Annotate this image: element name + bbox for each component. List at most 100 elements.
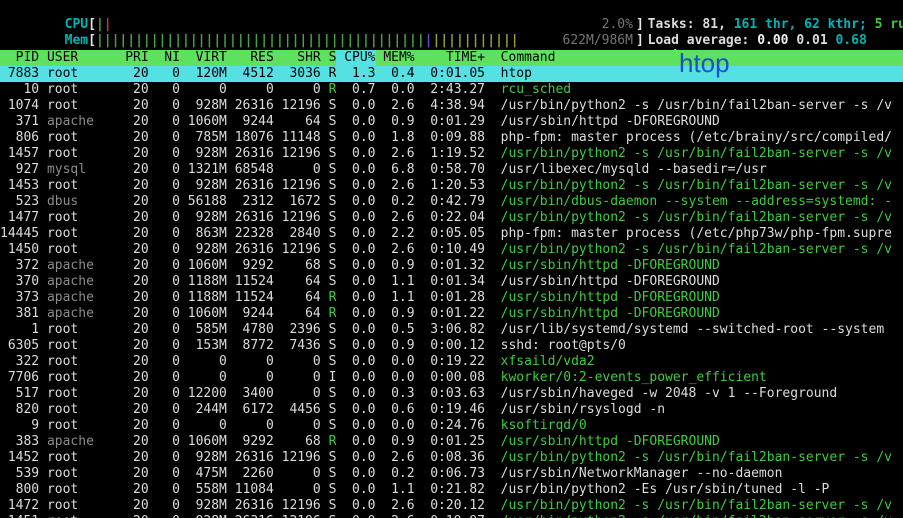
column-header-cpu-sorted[interactable]: CPU%: [336, 50, 375, 66]
cell-cpu: 0.0: [344, 162, 375, 178]
column-header-res[interactable]: RES: [235, 50, 274, 66]
header-area: CPU[||2.0%] Mem[||||||||||||||||||||||||…: [0, 0, 903, 50]
column-header-time[interactable]: TIME+: [422, 50, 485, 66]
cell-ni: 0: [156, 178, 179, 194]
cell-cmd: /usr/bin/python2 -s /usr/bin/fail2ban-se…: [501, 498, 903, 514]
cell-ni: 0: [156, 514, 179, 518]
process-row[interactable]: 927mysql2001321M685480S0.06.80:58.70/usr…: [0, 162, 903, 178]
cell-cpu: 1.3: [344, 66, 375, 82]
cell-pri: 20: [125, 514, 148, 518]
process-row[interactable]: 7706root200000I0.00.00:00.08kworker/0:2-…: [0, 370, 903, 386]
cell-res: 0: [235, 354, 274, 370]
cell-cpu: 0.0: [344, 274, 375, 290]
cell-ni: 0: [156, 466, 179, 482]
cell-pid: 800: [0, 482, 39, 498]
cell-user: root: [47, 82, 117, 98]
cell-virt: 928M: [188, 514, 227, 518]
cell-pid: 1457: [0, 146, 39, 162]
column-header-user[interactable]: USER: [47, 50, 117, 66]
cell-cmd: /usr/bin/dbus-daemon --system --address=…: [501, 194, 903, 210]
column-header-pid[interactable]: PID: [0, 50, 39, 66]
cell-pid: 517: [0, 386, 39, 402]
process-row[interactable]: 1457root200928M2631612196S0.02.61:19.52/…: [0, 146, 903, 162]
cell-cpu: 0.0: [344, 354, 375, 370]
column-header-virt[interactable]: VIRT: [188, 50, 227, 66]
tasks-threads: 161 thr, 62 kthr;: [734, 17, 875, 32]
cell-s: S: [329, 178, 337, 194]
cell-user: root: [47, 66, 117, 82]
cell-pid: 372: [0, 258, 39, 274]
process-row[interactable]: 806root200785M1807611148S0.01.80:09.88ph…: [0, 130, 903, 146]
cell-res: 11524: [235, 274, 274, 290]
process-row[interactable]: 800root200558M110840S0.01.10:21.82/usr/b…: [0, 482, 903, 498]
cell-virt: 585M: [188, 322, 227, 338]
process-row[interactable]: 517root2001220034000S0.00.30:03.63/usr/s…: [0, 386, 903, 402]
cell-mem: 0.0: [383, 370, 414, 386]
cell-mem: 0.0: [383, 82, 414, 98]
cell-pid: 539: [0, 466, 39, 482]
cell-ni: 0: [156, 370, 179, 386]
cell-virt: 558M: [188, 482, 227, 498]
cell-pri: 20: [125, 338, 148, 354]
cell-pri: 20: [125, 290, 148, 306]
cell-shr: 0: [282, 386, 321, 402]
process-row[interactable]: 820root200244M61724456S0.00.60:19.46/usr…: [0, 402, 903, 418]
process-row[interactable]: 372apache2001060M929268S0.00.90:01.32/us…: [0, 258, 903, 274]
process-row[interactable]: 1root200585M47802396S0.00.53:06.82/usr/l…: [0, 322, 903, 338]
cell-mem: 2.6: [383, 178, 414, 194]
cell-res: 26316: [235, 450, 274, 466]
cell-ni: 0: [156, 418, 179, 434]
process-row[interactable]: 1452root200928M2631612196S0.02.60:08.36/…: [0, 450, 903, 466]
cell-pri: 20: [125, 450, 148, 466]
cell-mem: 0.3: [383, 386, 414, 402]
process-row[interactable]: 371apache2001060M924464S0.00.90:01.29/us…: [0, 114, 903, 130]
cell-mem: 2.6: [383, 514, 414, 518]
column-header-state[interactable]: S: [329, 50, 337, 66]
cell-pri: 20: [125, 498, 148, 514]
cell-pri: 20: [125, 482, 148, 498]
process-row[interactable]: 1451root200928M2631612196S0.02.60:19.97/…: [0, 514, 903, 518]
cell-user: root: [47, 402, 117, 418]
cell-cmd: /usr/bin/python2 -s /usr/bin/fail2ban-se…: [501, 178, 903, 194]
process-row-selected[interactable]: 7883root200120M45123036R1.30.40:01.05hto…: [0, 66, 903, 82]
cell-time: 0:24.76: [422, 418, 485, 434]
process-row[interactable]: 10root200000R0.70.02:43.27rcu_sched: [0, 82, 903, 98]
process-row[interactable]: 14445root200863M223282840S0.02.20:05.05p…: [0, 226, 903, 242]
tasks-running: 5 running: [875, 17, 903, 32]
cell-mem: 0.9: [383, 434, 414, 450]
column-header-shr[interactable]: SHR: [282, 50, 321, 66]
cell-res: 9244: [235, 114, 274, 130]
cell-shr: 1672: [282, 194, 321, 210]
process-row[interactable]: 370apache2001188M1152464S0.01.10:01.34/u…: [0, 274, 903, 290]
cell-cmd: /usr/bin/python2 -s /usr/bin/fail2ban-se…: [501, 514, 903, 518]
cell-virt: 0: [188, 82, 227, 98]
cell-time: 0:20.12: [422, 498, 485, 514]
process-row[interactable]: 1074root200928M2631612196S0.02.64:38.94/…: [0, 98, 903, 114]
cell-virt: 1060M: [188, 258, 227, 274]
process-row[interactable]: 322root200000S0.00.00:19.22xfsaild/vda2: [0, 354, 903, 370]
cell-pri: 20: [125, 370, 148, 386]
cell-res: 26316: [235, 210, 274, 226]
process-row[interactable]: 373apache2001188M1152464R0.01.10:01.28/u…: [0, 290, 903, 306]
process-row[interactable]: 539root200475M22600S0.00.20:06.73/usr/sb…: [0, 466, 903, 482]
cell-cmd: /usr/bin/python2 -s /usr/bin/fail2ban-se…: [501, 98, 903, 114]
cell-s: S: [329, 274, 337, 290]
column-header-mem[interactable]: MEM%: [383, 50, 414, 66]
cell-virt: 1321M: [188, 162, 227, 178]
cell-time: 0:19.97: [422, 514, 485, 518]
process-row[interactable]: 1453root200928M2631612196S0.02.61:20.53/…: [0, 178, 903, 194]
system-info: Tasks: 81, 161 thr, 62 kthr; 5 running L…: [585, 1, 903, 49]
process-row[interactable]: 523dbus2005618823121672S0.00.20:42.79/us…: [0, 194, 903, 210]
process-row[interactable]: 381apache2001060M924464R0.00.90:01.22/us…: [0, 306, 903, 322]
cell-user: root: [47, 130, 117, 146]
process-row[interactable]: 1450root200928M2631612196S0.02.60:10.49/…: [0, 242, 903, 258]
process-row[interactable]: 9root200000S0.00.00:24.76ksoftirqd/0: [0, 418, 903, 434]
process-row[interactable]: 6305root200153M87727436S0.00.90:00.12ssh…: [0, 338, 903, 354]
process-row[interactable]: 1477root200928M2631612196S0.02.60:22.04/…: [0, 210, 903, 226]
column-header-ni[interactable]: NI: [156, 50, 179, 66]
process-row[interactable]: 1472root200928M2631612196S0.02.60:20.12/…: [0, 498, 903, 514]
column-header-pri[interactable]: PRI: [125, 50, 148, 66]
process-row[interactable]: 383apache2001060M929268R0.00.90:01.25/us…: [0, 434, 903, 450]
cell-cpu: 0.0: [344, 370, 375, 386]
table-header-row: PID USER PRI NI VIRT RES SHR S CPU% MEM%…: [0, 50, 903, 66]
